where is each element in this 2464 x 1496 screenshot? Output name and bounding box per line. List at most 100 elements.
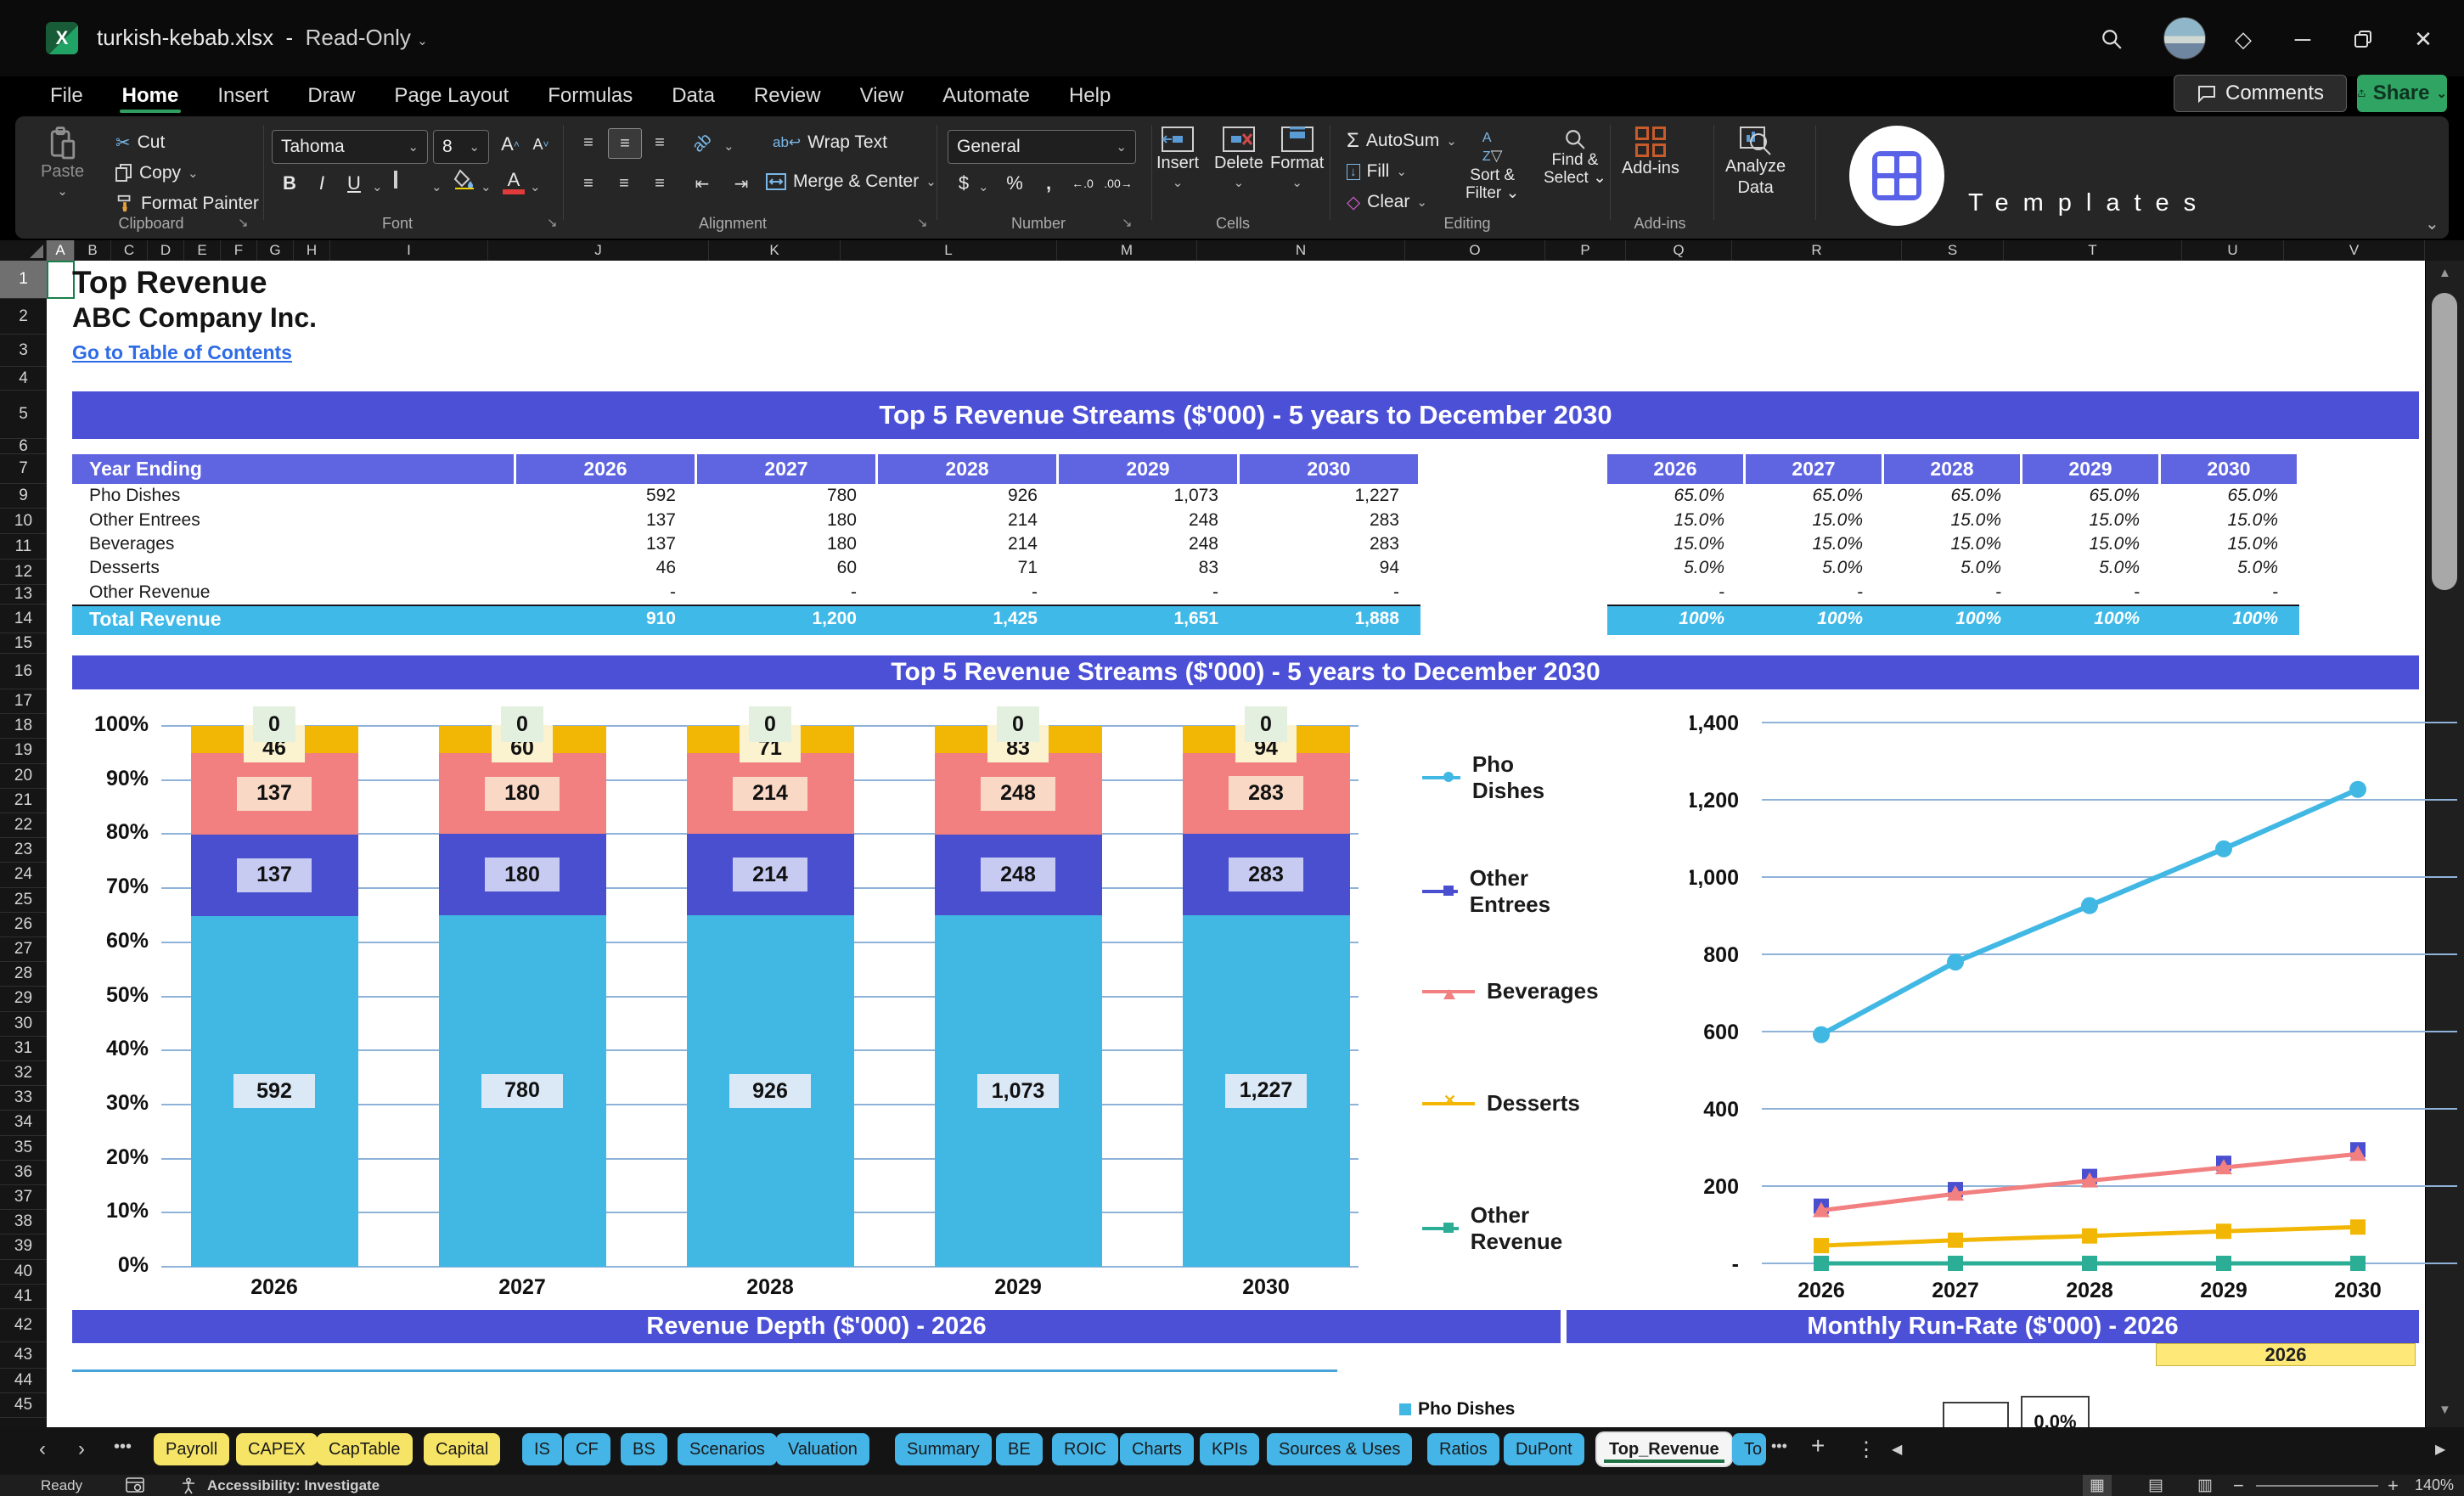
column-header-U[interactable]: U — [2182, 240, 2284, 261]
align-top-button[interactable]: ≡ — [572, 128, 605, 157]
merge-center-button[interactable]: Merge & Center⌄ — [766, 169, 937, 194]
fill-color-chevron-icon[interactable]: ⌄ — [481, 179, 492, 194]
premium-diamond-icon[interactable]: ◇ — [2225, 20, 2262, 58]
scroll-down-icon[interactable]: ▼ — [2439, 1403, 2451, 1417]
row-header-42[interactable]: 42 — [0, 1309, 47, 1342]
clipboard-dialog-launcher[interactable]: ↘ — [238, 215, 249, 230]
tab-menu-button[interactable]: ⋮ — [1856, 1437, 1876, 1462]
orientation-chevron-icon[interactable]: ⌄ — [723, 138, 734, 154]
menu-tab-automate[interactable]: Automate — [923, 76, 1049, 115]
row-header-22[interactable]: 22 — [0, 813, 47, 838]
underline-button[interactable]: U — [340, 169, 368, 198]
prev-sheet-button[interactable]: ‹ — [39, 1437, 46, 1461]
row-header-45[interactable]: 45 — [0, 1393, 47, 1418]
zoom-in-button[interactable]: + — [2388, 1475, 2399, 1496]
row-header-26[interactable]: 26 — [0, 913, 47, 937]
table-of-contents-link[interactable]: Go to Table of Contents — [72, 341, 292, 364]
italic-button[interactable]: I — [307, 169, 336, 198]
row-header-43[interactable]: 43 — [0, 1342, 47, 1369]
avatar[interactable] — [2163, 17, 2206, 59]
increase-indent-button[interactable]: ⇥ — [725, 169, 757, 198]
menu-tab-file[interactable]: File — [31, 76, 103, 115]
align-left-button[interactable]: ≡ — [572, 169, 605, 198]
normal-view-button[interactable]: ▦ — [2083, 1475, 2112, 1496]
hscroll-left-icon[interactable]: ◀ — [1892, 1441, 1902, 1458]
underline-chevron-icon[interactable]: ⌄ — [372, 179, 383, 194]
row-header-23[interactable]: 23 — [0, 838, 47, 863]
sheet-tab-bs[interactable]: BS — [621, 1433, 667, 1465]
menu-tab-view[interactable]: View — [841, 76, 924, 115]
comma-style-button[interactable]: , — [1034, 169, 1063, 198]
font-size-combo[interactable]: 8⌄ — [433, 130, 489, 164]
row-header-40[interactable]: 40 — [0, 1260, 47, 1285]
orientation-button[interactable]: ab — [686, 128, 718, 157]
decrease-decimal-button[interactable]: .00→ — [1104, 169, 1133, 198]
menu-tab-data[interactable]: Data — [652, 76, 734, 115]
legend-item-other-entrees[interactable]: Other Entrees — [1422, 865, 1567, 918]
column-header-O[interactable]: O — [1405, 240, 1545, 261]
sheet-tab-kpis[interactable]: KPIs — [1200, 1433, 1259, 1465]
row-header-18[interactable]: 18 — [0, 714, 47, 739]
row-header-12[interactable]: 12 — [0, 560, 47, 585]
analyze-data-button[interactable]: Analyze Data — [1725, 127, 1786, 198]
row-header-35[interactable]: 35 — [0, 1136, 47, 1161]
increase-font-button[interactable]: A˄ — [496, 130, 525, 159]
increase-decimal-button[interactable]: ←.0 — [1068, 169, 1097, 198]
align-bottom-button[interactable]: ≡ — [644, 128, 676, 157]
percent-button[interactable]: % — [1000, 169, 1029, 198]
column-header-I[interactable]: I — [330, 240, 488, 261]
delete-cells-button[interactable]: Delete⌄ — [1214, 127, 1263, 190]
sheet-tab-dupont[interactable]: DuPont — [1504, 1433, 1584, 1465]
alignment-dialog-launcher[interactable]: ↘ — [917, 215, 928, 230]
font-name-combo[interactable]: Tahoma⌄ — [272, 130, 428, 164]
row-header-25[interactable]: 25 — [0, 888, 47, 913]
row-header-36[interactable]: 36 — [0, 1161, 47, 1185]
column-header-F[interactable]: F — [221, 240, 257, 261]
menu-tab-home[interactable]: Home — [103, 76, 199, 115]
row-header-31[interactable]: 31 — [0, 1037, 47, 1061]
column-header-Q[interactable]: Q — [1626, 240, 1732, 261]
search-icon[interactable] — [2093, 20, 2130, 58]
column-header-M[interactable]: M — [1057, 240, 1197, 261]
sheet-tab-to[interactable]: To — [1732, 1433, 1766, 1465]
sort-filter-button[interactable]: AZ▽ Sort &Filter ⌄ — [1465, 128, 1519, 203]
comments-button[interactable]: Comments — [2174, 75, 2347, 112]
row-header-1[interactable]: 1 — [0, 261, 47, 299]
hscroll-right-icon[interactable]: ▶ — [2435, 1441, 2445, 1458]
column-header-P[interactable]: P — [1545, 240, 1626, 261]
row-header-14[interactable]: 14 — [0, 605, 47, 633]
column-header-D[interactable]: D — [148, 240, 184, 261]
row-header-41[interactable]: 41 — [0, 1285, 47, 1309]
row-header-34[interactable]: 34 — [0, 1111, 47, 1135]
currency-chevron-icon[interactable]: ⌄ — [978, 179, 989, 194]
paste-button[interactable]: Paste ⌄ — [41, 127, 84, 199]
row-header-29[interactable]: 29 — [0, 987, 47, 1011]
vertical-scroll-thumb[interactable] — [2432, 293, 2457, 590]
sheet-tab-is[interactable]: IS — [522, 1433, 562, 1465]
collapse-ribbon-chevron-icon[interactable]: ⌄ — [2425, 213, 2439, 234]
decrease-indent-button[interactable]: ⇤ — [686, 169, 718, 198]
column-header-R[interactable]: R — [1732, 240, 1902, 261]
row-header-13[interactable]: 13 — [0, 585, 47, 605]
row-header-44[interactable]: 44 — [0, 1369, 47, 1393]
row-header-3[interactable]: 3 — [0, 335, 47, 367]
row-header-28[interactable]: 28 — [0, 962, 47, 987]
copy-button[interactable]: Copy⌄ — [115, 160, 199, 186]
row-header-9[interactable]: 9 — [0, 484, 47, 509]
year-highlight-cell[interactable]: 2026 — [2156, 1343, 2416, 1366]
row-header-19[interactable]: 19 — [0, 739, 47, 763]
find-select-button[interactable]: Find &Select ⌄ — [1544, 128, 1606, 188]
sheet-tab-top-revenue[interactable]: Top_Revenue — [1597, 1433, 1731, 1465]
readonly-label[interactable]: Read-Only — [306, 25, 411, 50]
row-header-24[interactable]: 24 — [0, 863, 47, 887]
row-header-17[interactable]: 17 — [0, 689, 47, 714]
readonly-chevron-icon[interactable]: ⌄ — [417, 34, 428, 48]
row-header-4[interactable]: 4 — [0, 367, 47, 391]
row-header-5[interactable]: 5 — [0, 391, 47, 439]
column-header-K[interactable]: K — [709, 240, 841, 261]
share-button[interactable]: Share ⌄ — [2357, 75, 2447, 112]
format-painter-button[interactable]: Format Painter — [115, 191, 259, 217]
column-header-E[interactable]: E — [184, 240, 221, 261]
sheet-tab-payroll[interactable]: Payroll — [154, 1433, 229, 1465]
fill-color-button[interactable] — [453, 169, 475, 194]
